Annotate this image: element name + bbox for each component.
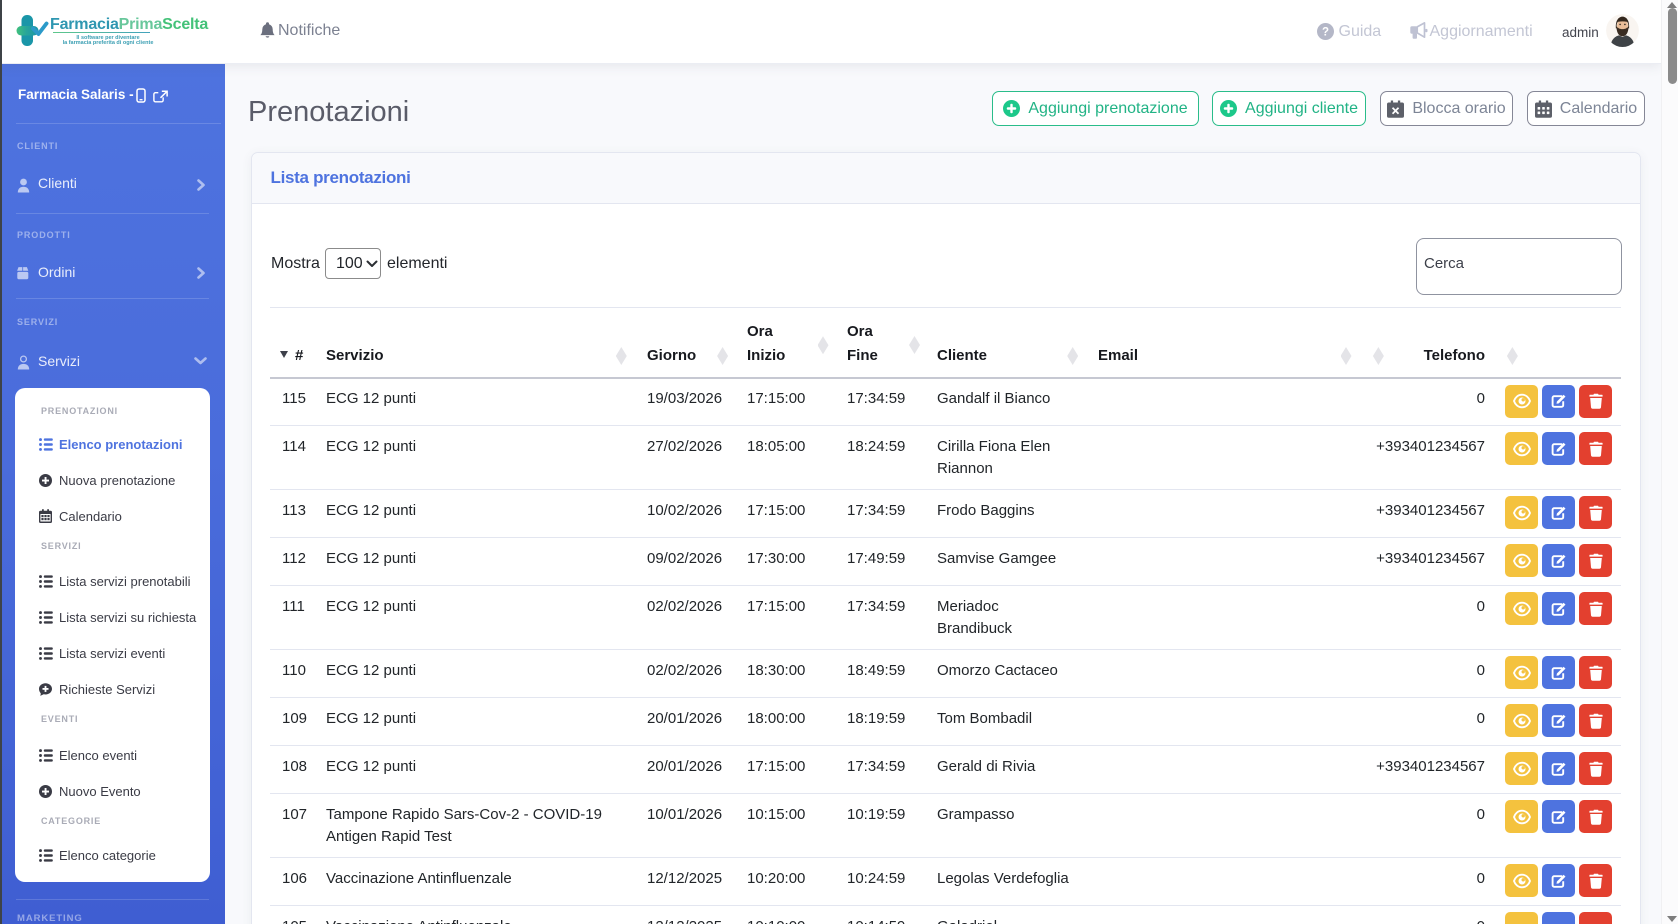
svg-text:?: ? <box>1322 27 1329 39</box>
